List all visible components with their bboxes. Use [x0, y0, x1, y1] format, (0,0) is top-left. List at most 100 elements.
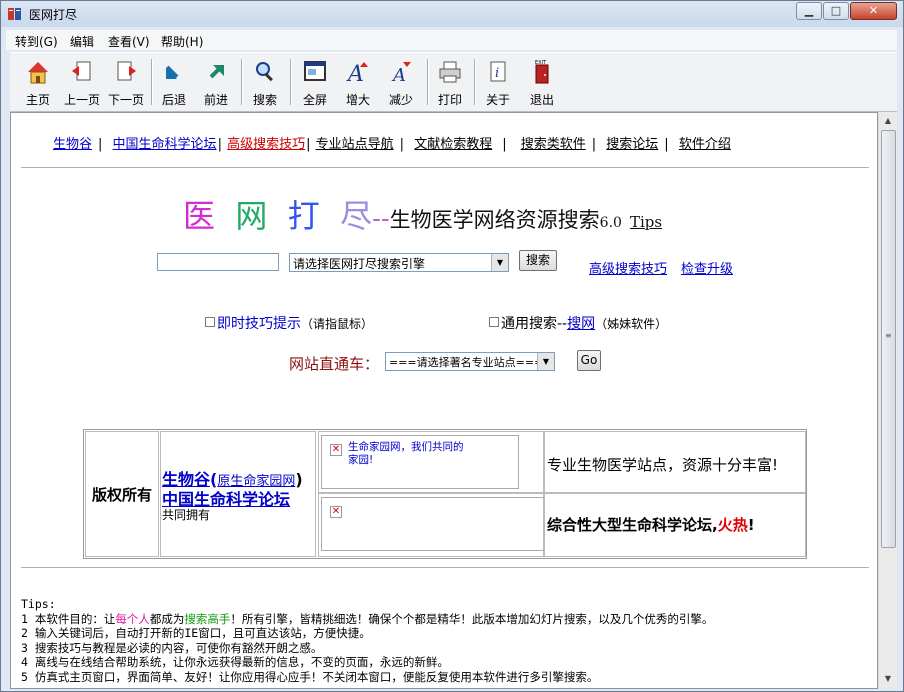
font-increase-label: 增大	[345, 93, 370, 107]
toolbar-separator	[474, 59, 476, 105]
svg-text:A: A	[391, 65, 406, 85]
direct-label: 网站直通车：	[289, 355, 380, 373]
font-decrease-label: 减少	[388, 93, 413, 107]
general-search-option: 通用搜索--搜网（姊妹软件）	[489, 313, 667, 333]
font-decrease-button[interactable]: A 减少	[381, 55, 421, 109]
toolbar-separator	[151, 59, 153, 105]
svg-text:EXIT: EXIT	[535, 60, 547, 66]
divider	[21, 567, 869, 568]
nav-link-literature-tutorial[interactable]: 文献检索教程	[414, 137, 492, 152]
forward-label: 前进	[203, 93, 228, 107]
browser-content: 生物谷 | 中国生命科学论坛| 高级搜索技巧| 专业站点导航 | 文献检索教程 | 搜…	[10, 112, 878, 689]
print-button[interactable]: 打印	[432, 55, 468, 109]
divider	[21, 167, 869, 168]
about-button[interactable]: i 关于	[480, 55, 516, 109]
engine-select-value: 请选择医网打尽搜索引擎	[293, 257, 426, 271]
tip-line-4: 4 离线与在线结合帮助系统，让你永远获得最新的信息，不变的页面，永远的新鲜。	[21, 655, 449, 670]
advanced-search-link[interactable]: 高级搜索技巧	[589, 258, 667, 277]
shared-text: 共同拥有	[162, 508, 211, 522]
desc-2-text: 综合性大型生命科学论坛,	[547, 516, 718, 534]
site-logo: 医 网 打 尽--生物医学网络资源搜索6.0 Tips	[183, 191, 662, 237]
nav-link-life-science-forum[interactable]: 中国生命科学论坛	[113, 137, 217, 152]
back-button[interactable]: 后退	[156, 55, 192, 109]
minimize-button[interactable]: ▁	[796, 2, 822, 20]
home-label: 主页	[25, 93, 50, 107]
exit-label: 退出	[529, 93, 554, 107]
fullscreen-button[interactable]: 全屏	[296, 55, 334, 109]
menu-help[interactable]: 帮助(H)	[161, 33, 203, 50]
banner-cell-2: ✕	[318, 493, 545, 557]
instant-tips-label[interactable]: 即时技巧提示	[217, 316, 301, 332]
font-increase-button[interactable]: A 增大	[338, 55, 378, 109]
menu-edit[interactable]: 编辑	[70, 33, 94, 50]
tip-line-2: 2 输入关键词后，自动打开新的IE窗口，且可直达该站，方便快捷。	[21, 626, 371, 641]
general-search-checkbox[interactable]	[489, 317, 499, 327]
fullscreen-label: 全屏	[302, 93, 327, 107]
svg-text:A: A	[346, 62, 364, 85]
desc-2-hot: 火热	[717, 516, 748, 534]
svg-text:i: i	[495, 66, 499, 81]
logo-char-3: 打	[287, 197, 320, 235]
fullscreen-icon	[304, 61, 326, 81]
tip-line-5: 5 仿真式主页窗口，界面简单、友好！让你应用得心应手！不关闭本窗口，便能反复使用…	[21, 669, 599, 684]
top-nav: 生物谷 | 中国生命科学论坛| 高级搜索技巧| 专业站点导航 | 文献检索教程 | 搜…	[53, 137, 731, 152]
owners-cell: 生物谷(原生命家园网) 中国生命科学论坛 共同拥有	[160, 431, 316, 557]
nav-link-search-software[interactable]: 搜索类软件	[521, 137, 586, 152]
nav-link-advanced-search[interactable]: 高级搜索技巧	[227, 137, 305, 152]
check-upgrade-link[interactable]: 检查升级	[681, 258, 733, 277]
print-label: 打印	[437, 93, 462, 107]
search-icon	[256, 62, 273, 82]
menu-view[interactable]: 查看(V)	[108, 33, 150, 50]
chevron-down-icon[interactable]: ▼	[491, 254, 508, 271]
prev-page-button[interactable]: 上一页	[60, 55, 104, 109]
sowang-link[interactable]: 搜网	[567, 316, 595, 332]
menu-bar: 转到(G) 编辑 查看(V) 帮助(H)	[6, 30, 897, 50]
prev-page-label: 上一页	[63, 93, 100, 107]
forward-button[interactable]: 前进	[198, 55, 234, 109]
site-select-value: ===请选择著名专业站点===	[389, 356, 544, 369]
app-window: 医网打尽 ▁ □ ✕ 转到(G) 编辑 查看(V) 帮助(H) 主页 上一页 下…	[0, 0, 904, 692]
broken-image-icon: ✕	[330, 444, 342, 456]
banner-image-2[interactable]: ✕	[321, 497, 545, 551]
app-icon	[8, 8, 21, 20]
nav-link-site-navigation[interactable]: 专业站点导航	[316, 137, 394, 152]
search-button[interactable]: 搜索	[246, 55, 284, 109]
logo-char-4: 尽	[340, 197, 373, 235]
logo-subtitle: 生物医学网络资源搜索	[389, 208, 600, 232]
paren-close: )	[295, 470, 303, 489]
nav-link-search-forum[interactable]: 搜索论坛	[606, 137, 658, 152]
banner-image-1[interactable]: ✕ 生命家园网，我们共同的家园!	[321, 435, 519, 489]
nav-link-shengwugu[interactable]: 生物谷	[53, 137, 92, 152]
go-button[interactable]: Go	[577, 350, 601, 371]
copyright-cell: 版权所有	[85, 431, 159, 557]
logo-dash: --	[372, 204, 390, 234]
sowang-note: （姊妹软件）	[595, 317, 668, 331]
vertical-scrollbar[interactable]: ▲ ≡ ▼	[878, 112, 897, 689]
tips-section: Tips: 1 本软件目的：让每个人都成为搜索高手！所有引擎，皆精挑细选！确保个…	[21, 597, 713, 685]
next-page-button[interactable]: 下一页	[104, 55, 148, 109]
logo-char-1: 医	[183, 197, 216, 235]
exit-icon: EXIT	[535, 60, 549, 84]
instant-tips-checkbox[interactable]	[205, 317, 215, 327]
site-select[interactable]: ===请选择著名专业站点=== ▼	[385, 352, 555, 371]
close-button[interactable]: ✕	[850, 2, 897, 20]
home-button[interactable]: 主页	[18, 55, 58, 109]
tip-line-1: 1 本软件目的：让每个人都成为搜索高手！所有引擎，皆精挑细选！确保个个都是精华！…	[21, 611, 714, 626]
instant-tips-note: （请指鼠标）	[301, 317, 374, 331]
tips-link[interactable]: Tips	[630, 213, 662, 231]
copyright-text: 版权所有	[92, 486, 153, 504]
scroll-thumb[interactable]: ≡	[881, 130, 896, 548]
search-submit-button[interactable]: 搜索	[519, 250, 557, 271]
next-page-icon	[117, 61, 136, 81]
search-input[interactable]	[157, 253, 279, 271]
scroll-down-icon[interactable]: ▼	[879, 670, 897, 687]
maximize-button[interactable]: □	[823, 2, 849, 20]
banner-alt-text-1: 生命家园网，我们共同的家园!	[348, 441, 464, 466]
exit-button[interactable]: EXIT 退出	[524, 55, 560, 109]
chevron-down-icon[interactable]: ▼	[537, 353, 554, 370]
scroll-up-icon[interactable]: ▲	[879, 112, 897, 129]
nav-link-software-intro[interactable]: 软件介绍	[679, 137, 731, 152]
engine-select[interactable]: 请选择医网打尽搜索引擎 ▼	[289, 253, 509, 272]
menu-goto[interactable]: 转到(G)	[15, 33, 58, 50]
prev-page-icon	[72, 61, 91, 81]
